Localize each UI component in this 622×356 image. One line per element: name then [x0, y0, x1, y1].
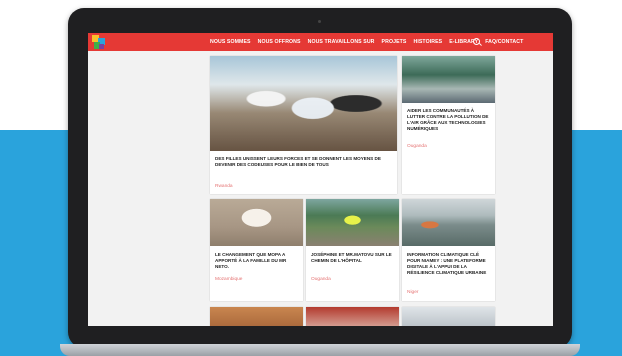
story-country-tag[interactable]: Ouganda: [311, 277, 331, 282]
story-title: JOSÉPHINE ET MR.MATOVU SUR LE CHEMIN DE …: [311, 252, 392, 263]
website-screen: NOUS SOMMES NOUS OFFRONS NOUS TRAVAILLON…: [88, 33, 553, 326]
story-card-partial[interactable]: [402, 307, 495, 326]
story-title: AIDER LES COMMUNAUTÉS À LUTTER CONTRE LA…: [407, 108, 489, 131]
story-country-tag[interactable]: Rwanda: [215, 184, 233, 189]
story-country-tag[interactable]: Mozambique: [215, 277, 242, 282]
story-image-partial: [306, 307, 399, 326]
story-country-tag[interactable]: Niger: [407, 290, 418, 295]
menu-item-histoires[interactable]: HISTOIRES: [413, 39, 442, 45]
menu-item-projets[interactable]: PROJETS: [382, 39, 407, 45]
story-image-partial: [210, 307, 303, 326]
menu-item-faq-contact[interactable]: FAQ/CONTACT: [485, 39, 523, 45]
camera-dot: [318, 20, 321, 23]
search-icon[interactable]: [473, 38, 480, 45]
story-card[interactable]: LE CHANGEMENT QUE MOPA A APPORTÉ À LA FA…: [210, 199, 303, 301]
logo-purple-block: [99, 44, 104, 49]
story-card[interactable]: AIDER LES COMMUNAUTÉS À LUTTER CONTRE LA…: [402, 56, 495, 194]
menu-item-nous-travaillons-sur[interactable]: NOUS TRAVAILLONS SUR: [308, 39, 375, 45]
story-image-sign: [210, 199, 303, 246]
story-image-lake: [402, 199, 495, 246]
story-image-partial: [402, 307, 495, 326]
story-card-partial[interactable]: [306, 307, 399, 326]
site-logo[interactable]: [92, 35, 105, 49]
story-card[interactable]: INFORMATION CLIMATIQUE CLÉ POUR NIAMEY :…: [402, 199, 495, 301]
story-card[interactable]: DES FILLES UNISSENT LEURS FORCES ET SE D…: [210, 56, 397, 194]
story-title: DES FILLES UNISSENT LEURS FORCES ET SE D…: [215, 156, 381, 167]
story-image-community: [402, 56, 495, 103]
menu-item-nous-sommes[interactable]: NOUS SOMMES: [210, 39, 251, 45]
story-title: INFORMATION CLIMATIQUE CLÉ POUR NIAMEY :…: [407, 252, 487, 275]
menu-item-nous-offrons[interactable]: NOUS OFFRONS: [258, 39, 301, 45]
laptop-base: [60, 344, 580, 356]
story-card-partial[interactable]: [210, 307, 303, 326]
story-image-motorcycle: [306, 199, 399, 246]
top-navigation-bar: NOUS SOMMES NOUS OFFRONS NOUS TRAVAILLON…: [88, 33, 553, 51]
story-title: LE CHANGEMENT QUE MOPA A APPORTÉ À LA FA…: [215, 252, 287, 269]
story-card[interactable]: JOSÉPHINE ET MR.MATOVU SUR LE CHEMIN DE …: [306, 199, 399, 301]
story-image-classroom: [210, 56, 397, 151]
story-country-tag[interactable]: Ouganda: [407, 144, 427, 149]
